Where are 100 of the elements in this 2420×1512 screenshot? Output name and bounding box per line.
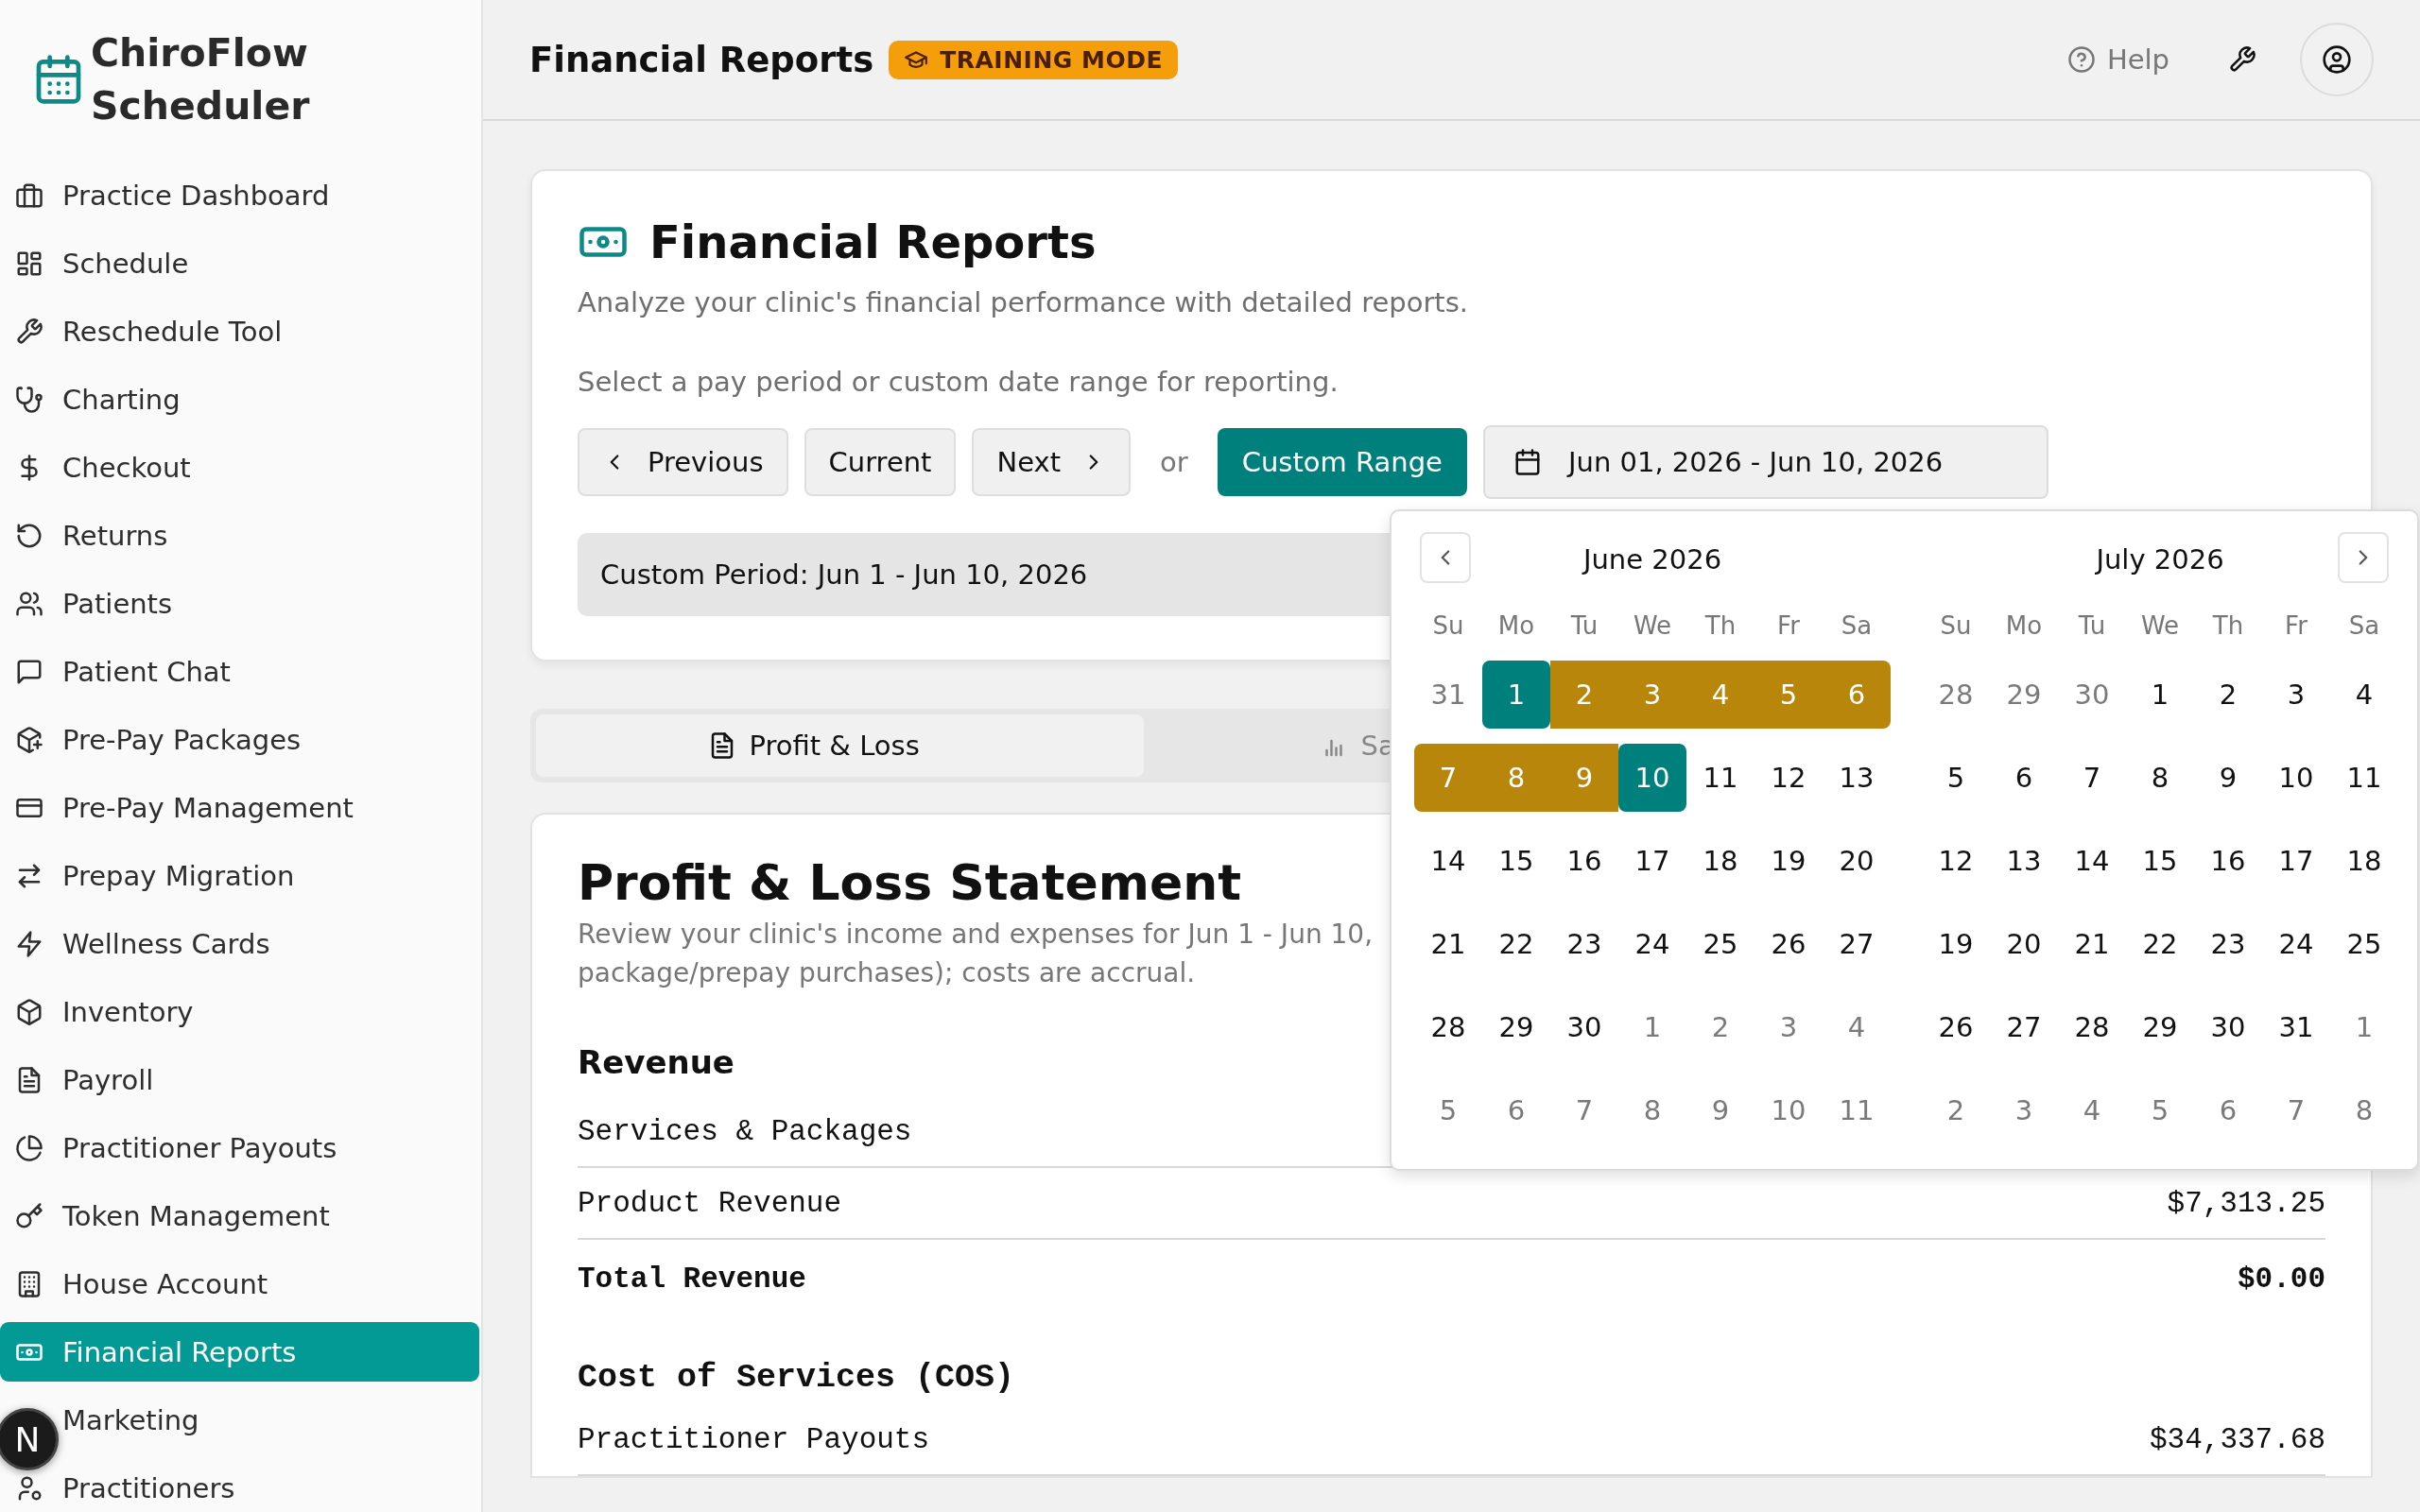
sidebar-item[interactable]: House Account (0, 1254, 479, 1314)
sidebar-item[interactable]: Practitioner Payouts (0, 1118, 479, 1177)
sidebar-item[interactable]: Schedule (0, 233, 479, 293)
calendar-day[interactable]: 1 (2330, 993, 2398, 1061)
calendar-day[interactable]: 9 (1686, 1076, 1754, 1144)
calendar-day[interactable]: 21 (1414, 910, 1482, 978)
calendar-day[interactable]: 28 (1414, 993, 1482, 1061)
calendar-day[interactable]: 20 (1823, 827, 1891, 895)
calendar-day[interactable]: 8 (2126, 744, 2194, 812)
sidebar-item[interactable]: Reschedule Tool (0, 301, 479, 361)
calendar-day[interactable]: 16 (1550, 827, 1618, 895)
calendar-day[interactable]: 11 (2330, 744, 2398, 812)
calendar-day[interactable]: 18 (2330, 827, 2398, 895)
calendar-day[interactable]: 18 (1686, 827, 1754, 895)
sidebar-item[interactable]: Charting (0, 369, 479, 429)
calendar-day[interactable]: 24 (2262, 910, 2330, 978)
next-period-button[interactable]: Next (972, 428, 1132, 496)
calendar-day[interactable]: 11 (1823, 1076, 1891, 1144)
calendar-day[interactable]: 20 (1990, 910, 2058, 978)
sidebar-item[interactable]: Patients (0, 574, 479, 633)
calendar-day[interactable]: 9 (2194, 744, 2262, 812)
calendar-day[interactable]: 8 (1618, 1076, 1686, 1144)
calendar-day[interactable]: 29 (1990, 661, 2058, 729)
calendar-day[interactable]: 19 (1754, 827, 1823, 895)
calendar-day[interactable]: 25 (1686, 910, 1754, 978)
calendar-day[interactable]: 15 (2126, 827, 2194, 895)
calendar-day[interactable]: 7 (2262, 1076, 2330, 1144)
calendar-day[interactable]: 10 (1618, 744, 1686, 812)
calendar-day[interactable]: 30 (2058, 661, 2126, 729)
sidebar-item[interactable]: Prepay Migration (0, 846, 479, 905)
calendar-day[interactable]: 12 (1754, 744, 1823, 812)
calendar-day[interactable]: 31 (2262, 993, 2330, 1061)
sidebar-item[interactable]: Inventory (0, 982, 479, 1041)
calendar-day[interactable]: 21 (2058, 910, 2126, 978)
calendar-day[interactable]: 23 (1550, 910, 1618, 978)
sidebar-item[interactable]: Patient Chat (0, 642, 479, 701)
sidebar-item[interactable]: Wellness Cards (0, 914, 479, 973)
calendar-day[interactable]: 2 (2194, 661, 2262, 729)
calendar-day[interactable]: 22 (2126, 910, 2194, 978)
calendar-day[interactable]: 11 (1686, 744, 1754, 812)
calendar-day[interactable]: 3 (1990, 1076, 2058, 1144)
calendar-day[interactable]: 6 (1990, 744, 2058, 812)
calendar-day[interactable]: 27 (1990, 993, 2058, 1061)
calendar-day[interactable]: 4 (2330, 661, 2398, 729)
calendar-day[interactable]: 30 (2194, 993, 2262, 1061)
calendar-day[interactable]: 1 (2126, 661, 2194, 729)
calendar-day[interactable]: 25 (2330, 910, 2398, 978)
dev-tools-menu[interactable]: N (0, 1408, 59, 1470)
calendar-day[interactable]: 3 (2262, 661, 2330, 729)
help-button[interactable]: Help (2061, 38, 2175, 81)
calendar-day[interactable]: 28 (2058, 993, 2126, 1061)
calendar-day[interactable]: 1 (1618, 993, 1686, 1061)
current-period-button[interactable]: Current (804, 428, 957, 496)
calendar-day[interactable]: 6 (1482, 1076, 1550, 1144)
calendar-day[interactable]: 5 (1414, 1076, 1482, 1144)
calendar-day[interactable]: 7 (1550, 1076, 1618, 1144)
calendar-day[interactable]: 5 (1922, 744, 1990, 812)
calendar-day[interactable]: 16 (2194, 827, 2262, 895)
calendar-day[interactable]: 15 (1482, 827, 1550, 895)
sidebar-item[interactable]: Payroll (0, 1050, 479, 1109)
calendar-day[interactable]: 1 (1482, 661, 1550, 729)
calendar-day[interactable]: 22 (1482, 910, 1550, 978)
sidebar-item[interactable]: Practice Dashboard (0, 165, 479, 225)
calendar-day[interactable]: 28 (1922, 661, 1990, 729)
previous-period-button[interactable]: Previous (578, 428, 788, 496)
calendar-day[interactable]: 19 (1922, 910, 1990, 978)
calendar-day[interactable]: 5 (2126, 1076, 2194, 1144)
calendar-day[interactable]: 26 (1922, 993, 1990, 1061)
calendar-day[interactable]: 13 (1990, 827, 2058, 895)
calendar-day[interactable]: 23 (2194, 910, 2262, 978)
calendar-day[interactable]: 7 (2058, 744, 2126, 812)
calendar-day[interactable]: 8 (2330, 1076, 2398, 1144)
calendar-day[interactable]: 27 (1823, 910, 1891, 978)
calendar-day[interactable]: 17 (2262, 827, 2330, 895)
calendar-day[interactable]: 29 (1482, 993, 1550, 1061)
calendar-day[interactable]: 4 (1823, 993, 1891, 1061)
calendar-day[interactable]: 10 (2262, 744, 2330, 812)
calendar-day[interactable]: 14 (1414, 827, 1482, 895)
calendar-day[interactable]: 24 (1618, 910, 1686, 978)
calendar-day[interactable]: 10 (1754, 1076, 1823, 1144)
custom-range-button[interactable]: Custom Range (1217, 428, 1467, 496)
date-range-field[interactable]: Jun 01, 2026 - Jun 10, 2026 (1482, 425, 2048, 499)
calendar-day[interactable]: 3 (1754, 993, 1823, 1061)
sidebar-item[interactable]: Returns (0, 506, 479, 565)
sidebar-item[interactable]: Pre-Pay Packages (0, 710, 479, 769)
calendar-day[interactable]: 2 (1686, 993, 1754, 1061)
calendar-day[interactable]: 14 (2058, 827, 2126, 895)
calendar-day[interactable]: 12 (1922, 827, 1990, 895)
calendar-day[interactable]: 4 (2058, 1076, 2126, 1144)
sidebar-item[interactable]: Token Management (0, 1186, 479, 1246)
sidebar-item[interactable]: Checkout (0, 438, 479, 497)
calendar-day[interactable]: 26 (1754, 910, 1823, 978)
calendar-day[interactable]: 29 (2126, 993, 2194, 1061)
calendar-day[interactable]: 31 (1414, 661, 1482, 729)
report-tab[interactable]: Profit & Loss (536, 714, 1144, 777)
calendar-day[interactable]: 30 (1550, 993, 1618, 1061)
calendar-day[interactable]: 17 (1618, 827, 1686, 895)
calendar-day[interactable]: 6 (2194, 1076, 2262, 1144)
calendar-day[interactable]: 13 (1823, 744, 1891, 812)
sidebar-item[interactable]: Pre-Pay Management (0, 778, 479, 837)
